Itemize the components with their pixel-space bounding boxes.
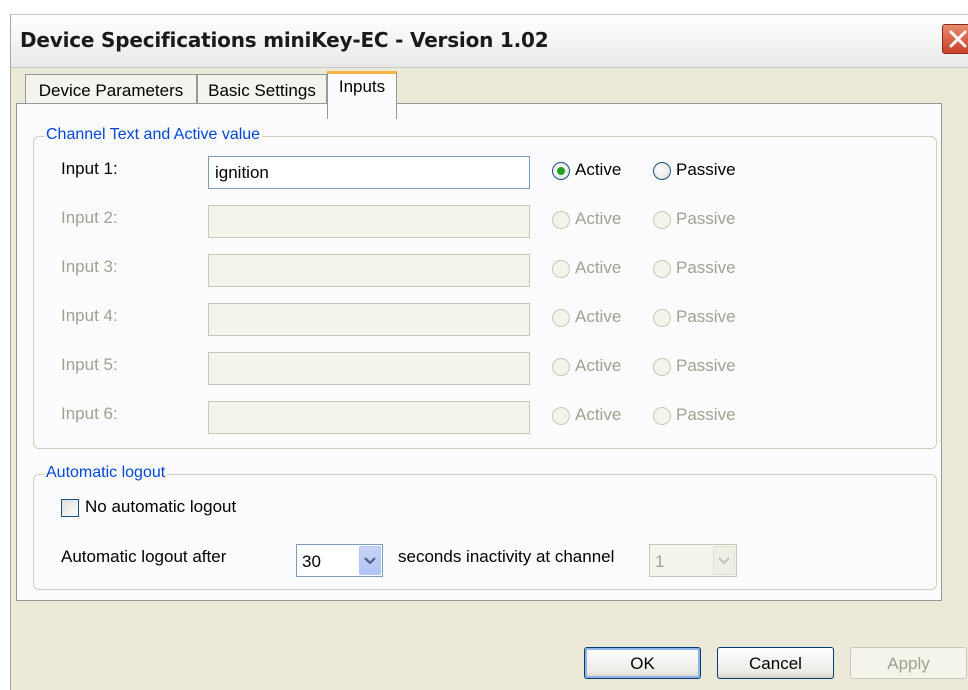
input-label: Input 4: (61, 306, 118, 325)
passive-radio-label[interactable]: Passive (676, 258, 736, 278)
group-legend: Automatic logout (44, 464, 168, 482)
active-radio-label[interactable]: Active (575, 356, 621, 376)
input-3-active-radio[interactable] (552, 260, 570, 278)
input-label: Input 2: (61, 208, 118, 227)
input-6-passive-radio[interactable] (653, 407, 671, 425)
dialog-window: Device Specifications miniKey-EC - Versi… (10, 14, 968, 690)
window-title: Device Specifications miniKey-EC - Versi… (20, 28, 549, 52)
radio-selected-dot (557, 167, 565, 175)
channel-dropdown[interactable]: 1 (649, 544, 737, 577)
input-1-active-radio[interactable] (552, 162, 570, 180)
dropdown-arrow-button[interactable] (359, 546, 381, 575)
chevron-down-icon (364, 557, 376, 565)
input-1-text-field[interactable]: ignition (208, 156, 530, 189)
input-label: Input 3: (61, 257, 118, 276)
no-automatic-logout-label[interactable]: No automatic logout (85, 497, 236, 517)
seconds-inactivity-label: seconds inactivity at channel (398, 547, 615, 566)
no-automatic-logout-checkbox[interactable] (61, 499, 79, 517)
input-3-passive-radio[interactable] (653, 260, 671, 278)
logout-after-label: Automatic logout after (61, 547, 227, 566)
tab-label: Basic Settings (208, 81, 316, 100)
title-bar[interactable]: Device Specifications miniKey-EC - Versi… (11, 15, 968, 68)
button-label: Apply (887, 654, 930, 673)
dropdown-value: 30 (302, 552, 321, 571)
passive-radio-label[interactable]: Passive (676, 307, 736, 327)
close-icon (949, 30, 967, 48)
passive-radio-label[interactable]: Passive (676, 209, 736, 229)
input-label: Input 5: (61, 355, 118, 374)
input-5-text-field[interactable] (208, 352, 530, 385)
input-label: Input 6: (61, 404, 118, 423)
passive-radio-label[interactable]: Passive (676, 356, 736, 376)
input-2-text-field[interactable] (208, 205, 530, 238)
group-legend: Channel Text and Active value (44, 126, 263, 144)
apply-button[interactable]: Apply (850, 647, 967, 679)
input-6-text-field[interactable] (208, 401, 530, 434)
cancel-button[interactable]: Cancel (717, 647, 834, 679)
automatic-logout-group: Automatic logout (33, 464, 937, 590)
active-radio-label[interactable]: Active (575, 405, 621, 425)
dropdown-arrow-button[interactable] (713, 546, 735, 575)
active-radio-label[interactable]: Active (575, 160, 621, 180)
input-label: Input 1: (61, 159, 118, 178)
input-4-text-field[interactable] (208, 303, 530, 336)
close-button[interactable] (942, 24, 968, 54)
inputs-tab-panel: Channel Text and Active value Input 1: i… (16, 103, 942, 601)
input-4-passive-radio[interactable] (653, 309, 671, 327)
input-5-active-radio[interactable] (552, 358, 570, 376)
input-2-active-radio[interactable] (552, 211, 570, 229)
tab-label: Inputs (338, 77, 386, 96)
logout-seconds-dropdown[interactable]: 30 (296, 544, 383, 577)
active-radio-label[interactable]: Active (575, 307, 621, 327)
input-6-active-radio[interactable] (552, 407, 570, 425)
dropdown-value: 1 (655, 552, 665, 571)
input-1-passive-radio[interactable] (653, 162, 671, 180)
input-4-active-radio[interactable] (552, 309, 570, 327)
button-label: OK (630, 654, 655, 673)
passive-radio-label[interactable]: Passive (676, 160, 736, 180)
active-radio-label[interactable]: Active (575, 258, 621, 278)
input-5-passive-radio[interactable] (653, 358, 671, 376)
button-label: Cancel (749, 654, 802, 673)
input-2-passive-radio[interactable] (653, 211, 671, 229)
chevron-down-icon (718, 557, 730, 565)
tab-label: Device Parameters (38, 81, 184, 100)
ok-button[interactable]: OK (584, 647, 701, 679)
tab-inputs[interactable]: Inputs (327, 71, 397, 119)
active-radio-label[interactable]: Active (575, 209, 621, 229)
input-3-text-field[interactable] (208, 254, 530, 287)
passive-radio-label[interactable]: Passive (676, 405, 736, 425)
